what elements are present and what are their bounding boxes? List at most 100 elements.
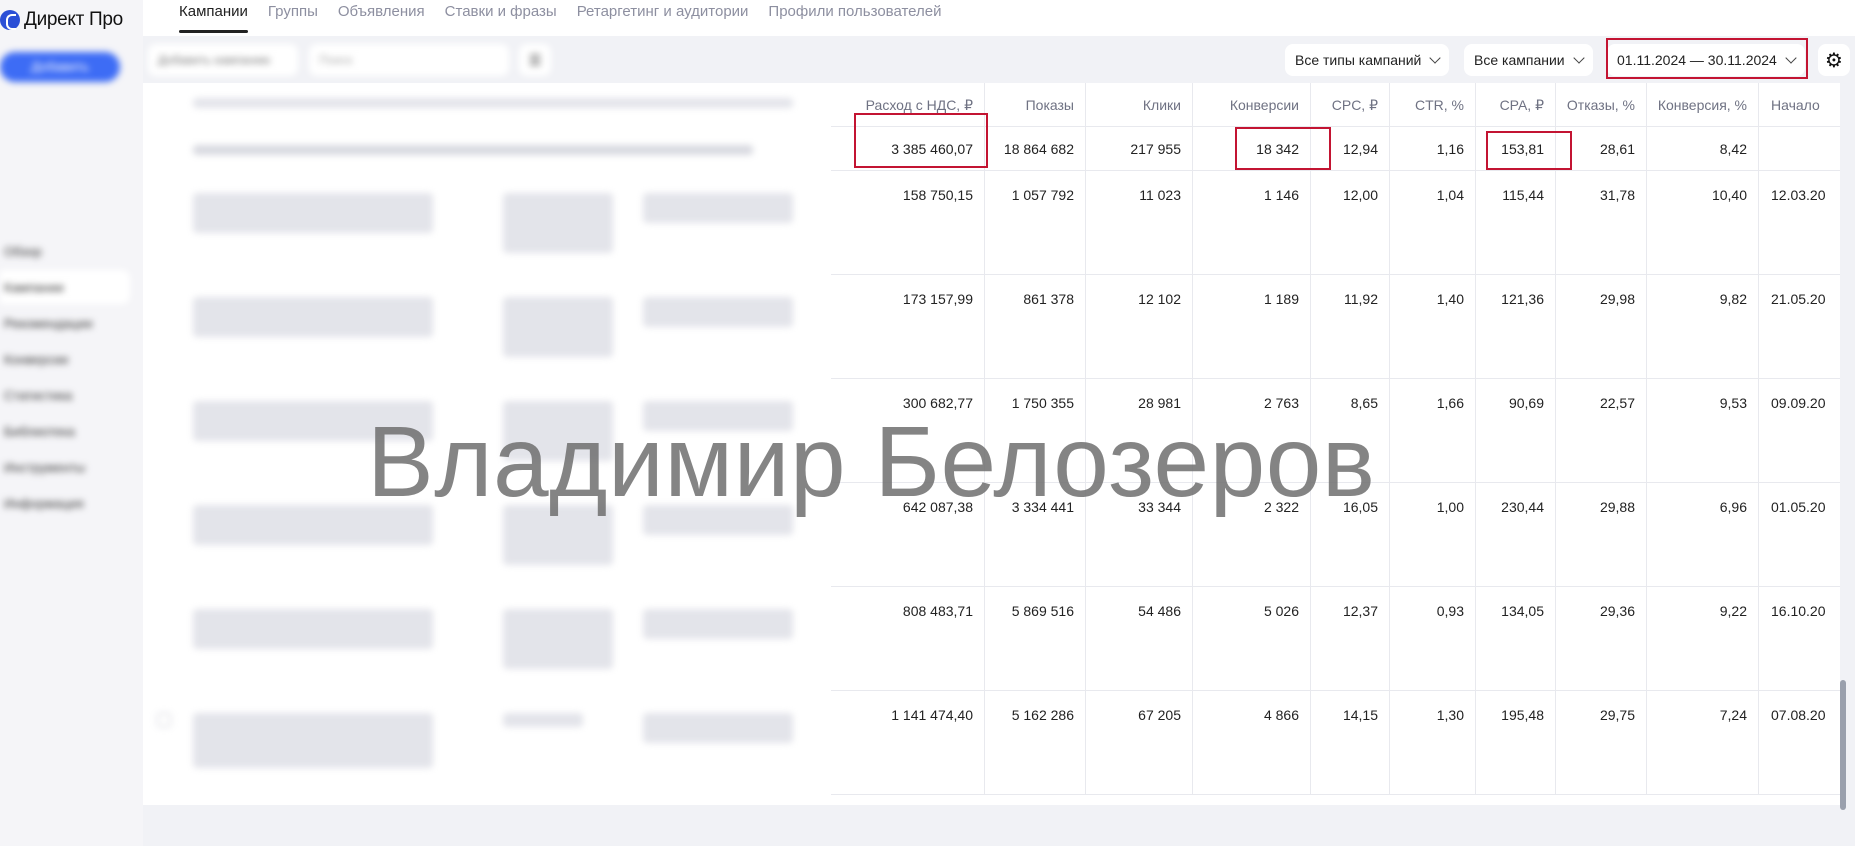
cell-start: 16.10.20	[1771, 603, 1826, 619]
cell-bounce: 29,88	[1556, 483, 1647, 587]
sidebar-item-statistics[interactable]: Статистика	[4, 388, 72, 403]
sidebar-item-tools[interactable]: Инструменты	[4, 460, 85, 475]
cell-impressions: 5 869 516	[985, 587, 1086, 691]
cell-ctr: 1,66	[1390, 379, 1476, 483]
cell-spend: 1 141 474,40	[831, 691, 985, 795]
cell-cpc: 12,00	[1311, 171, 1390, 275]
cell-conversion-rate: 7,24	[1647, 691, 1759, 795]
vertical-scrollbar[interactable]	[1840, 680, 1846, 810]
cell-impressions: 5 162 286	[985, 691, 1086, 795]
cell-cpa: 230,44	[1476, 483, 1556, 587]
cell-ctr: 1,00	[1390, 483, 1476, 587]
logo-icon	[0, 10, 20, 30]
sidebar-item-conversions[interactable]: Конверсии	[4, 352, 68, 367]
table-row: 808 483,71 5 869 516 54 486 5 026 12,37 0,93 1…	[831, 587, 1840, 691]
cell-impressions: 861 378	[985, 275, 1086, 379]
cell-bounce: 29,75	[1556, 691, 1647, 795]
col-conversions[interactable]: Конверсии	[1193, 83, 1311, 126]
total-conversion-rate: 8,42	[1647, 127, 1759, 170]
search-input[interactable]: Поиск	[309, 44, 509, 76]
col-bounce[interactable]: Отказы, %	[1556, 83, 1647, 126]
add-button[interactable]: Добавить	[0, 52, 120, 82]
table-row: 1 141 474,40 5 162 286 67 205 4 866 14,15 1,3…	[831, 691, 1840, 795]
col-ctr[interactable]: CTR, %	[1390, 83, 1476, 126]
cell-cpc: 14,15	[1311, 691, 1390, 795]
cell-impressions: 1 057 792	[985, 171, 1086, 275]
cell-cpa: 90,69	[1476, 379, 1556, 483]
tab-bar: Кампании Группы Объявления Ставки и фраз…	[143, 0, 1855, 36]
total-clicks: 217 955	[1086, 127, 1193, 170]
col-cpa[interactable]: CPA, ₽	[1476, 83, 1556, 126]
cell-start: 12.03.20	[1771, 187, 1826, 203]
col-cpc[interactable]: CPC, ₽	[1311, 83, 1390, 126]
campaigns-value: Все кампании	[1474, 52, 1565, 68]
cell-cpa: 195,48	[1476, 691, 1556, 795]
col-start[interactable]: Начало	[1759, 83, 1840, 126]
cell-cpa: 115,44	[1476, 171, 1556, 275]
filter-icon[interactable]: ☰	[519, 44, 551, 76]
campaign-type-value: Все типы кампаний	[1295, 52, 1422, 68]
campaigns-select[interactable]: Все кампании	[1464, 44, 1593, 76]
tab-groups[interactable]: Группы	[268, 0, 318, 36]
cell-conversion-rate: 6,96	[1647, 483, 1759, 587]
sidebar-item-library[interactable]: Библиотека	[4, 424, 75, 439]
tab-user-profiles[interactable]: Профили пользователей	[768, 0, 941, 36]
watermark: Владимир Белозеров	[367, 406, 1376, 518]
cell-conversion-rate: 9,82	[1647, 275, 1759, 379]
campaign-type-select[interactable]: Все типы кампаний	[1285, 44, 1450, 76]
chevron-down-icon	[1572, 52, 1585, 64]
cell-clicks: 11 023	[1086, 171, 1193, 275]
highlight-cpa	[1486, 131, 1572, 170]
col-conversion-rate[interactable]: Конверсия, %	[1647, 83, 1759, 126]
cell-conversions: 1 189	[1193, 275, 1311, 379]
cell-cpc: 12,37	[1311, 587, 1390, 691]
sidebar: Директ Про Добавить Обзор Кампании Реком…	[0, 0, 143, 846]
app-logo[interactable]: Директ Про	[0, 8, 123, 32]
cell-clicks: 12 102	[1086, 275, 1193, 379]
tab-ads[interactable]: Объявления	[338, 0, 425, 36]
cell-conversion-rate: 9,53	[1647, 379, 1759, 483]
table-row: 158 750,15 1 057 792 11 023 1 146 12,00 1,04 1…	[831, 171, 1840, 275]
cell-bounce: 29,98	[1556, 275, 1647, 379]
cell-ctr: 1,04	[1390, 171, 1476, 275]
cell-clicks: 54 486	[1086, 587, 1193, 691]
cell-bounce: 31,78	[1556, 171, 1647, 275]
cell-conversion-rate: 9,22	[1647, 587, 1759, 691]
cell-conversions: 4 866	[1193, 691, 1311, 795]
tab-retargeting[interactable]: Ретаргетинг и аудитории	[577, 0, 749, 36]
cell-spend: 158 750,15	[831, 171, 985, 275]
total-impressions: 18 864 682	[985, 127, 1086, 170]
sidebar-item-campaigns[interactable]: Кампании	[4, 280, 64, 295]
highlight-date-range	[1606, 38, 1808, 79]
cell-cpa: 121,36	[1476, 275, 1556, 379]
chevron-down-icon	[1429, 52, 1442, 64]
cell-start: 09.09.20	[1771, 395, 1826, 411]
col-clicks[interactable]: Клики	[1086, 83, 1193, 126]
table-row: 173 157,99 861 378 12 102 1 189 11,92 1,40 121…	[831, 275, 1840, 379]
col-impressions[interactable]: Показы	[985, 83, 1086, 126]
highlight-conversions	[1235, 127, 1331, 170]
cell-bounce: 29,36	[1556, 587, 1647, 691]
cell-spend: 808 483,71	[831, 587, 985, 691]
tab-bids-phrases[interactable]: Ставки и фразы	[445, 0, 557, 36]
cell-conversion-rate: 10,40	[1647, 171, 1759, 275]
settings-gear-icon[interactable]: ⚙	[1818, 44, 1850, 76]
sidebar-item-info[interactable]: Информация	[4, 496, 84, 511]
total-ctr: 1,16	[1390, 127, 1476, 170]
sidebar-item-overview[interactable]: Обзор	[4, 244, 42, 259]
logo-text: Директ Про	[24, 9, 123, 30]
sidebar-item-recommendations[interactable]: Рекомендации	[4, 316, 93, 331]
cell-start: 01.05.20	[1771, 499, 1826, 515]
cell-bounce: 22,57	[1556, 379, 1647, 483]
cell-start: 07.08.20	[1771, 707, 1826, 723]
cell-conversions: 1 146	[1193, 171, 1311, 275]
cell-ctr: 0,93	[1390, 587, 1476, 691]
add-campaign-button[interactable]: Добавить кампанию	[148, 44, 298, 76]
cell-ctr: 1,40	[1390, 275, 1476, 379]
cell-cpa: 134,05	[1476, 587, 1556, 691]
total-start	[1759, 127, 1840, 170]
toolbar: Добавить кампанию Поиск ☰ Все типы кампа…	[143, 36, 1855, 83]
highlight-spend	[854, 113, 988, 168]
tab-campaigns[interactable]: Кампании	[179, 0, 248, 36]
cell-conversions: 5 026	[1193, 587, 1311, 691]
